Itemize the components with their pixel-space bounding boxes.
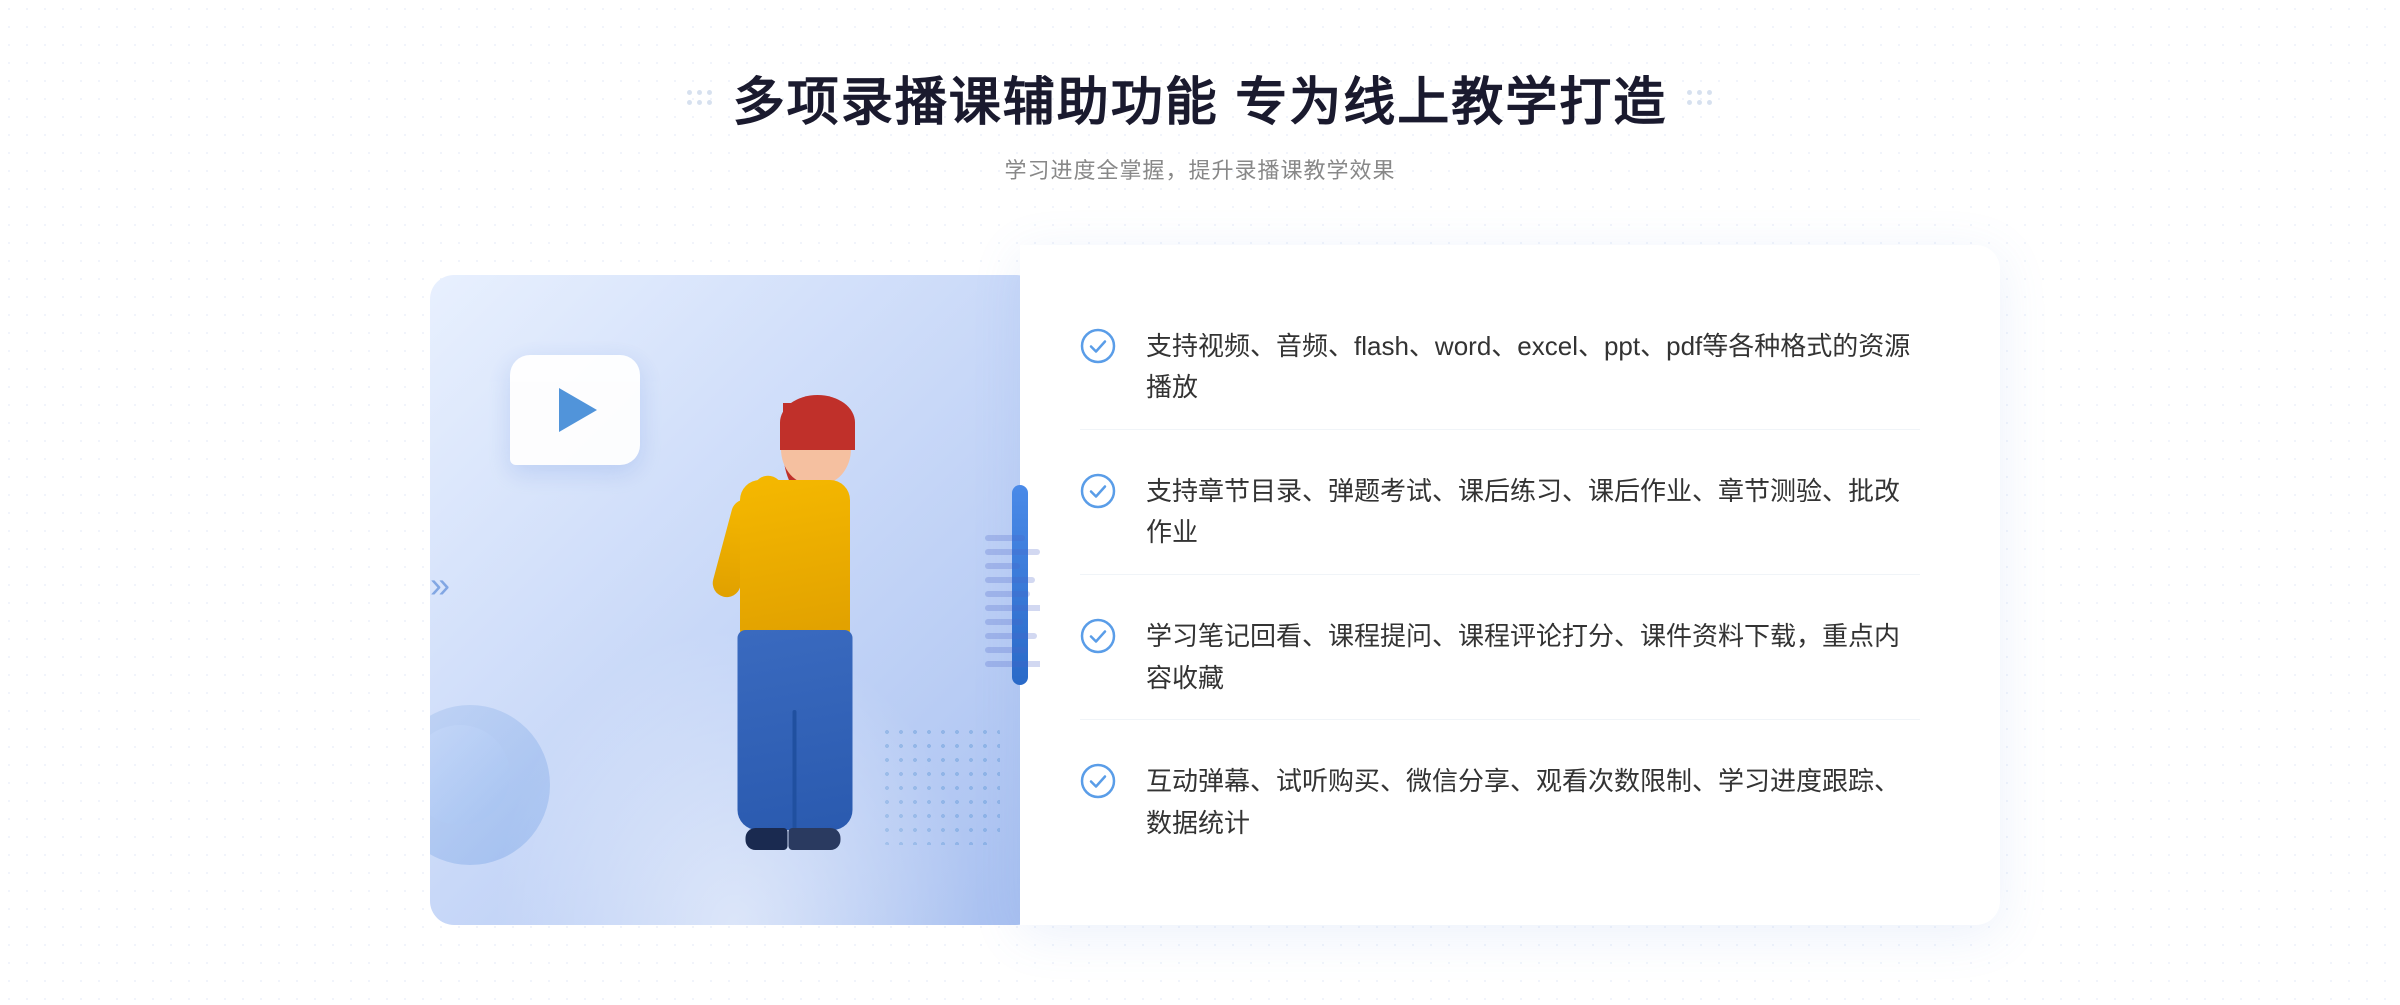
- person-shoe-right: [789, 828, 841, 850]
- page-subtitle: 学习进度全掌握，提升录播课教学效果: [687, 153, 1713, 185]
- illustration-area: »: [400, 245, 1020, 925]
- chevron-left-icon: »: [430, 564, 450, 606]
- feature-item-4: 互动弹幕、试听购买、微信分享、观看次数限制、学习进度跟踪、数据统计: [1080, 741, 1920, 864]
- check-circle-icon-2: [1080, 473, 1116, 509]
- feature-item-1: 支持视频、音频、flash、word、excel、ppt、pdf等各种格式的资源…: [1080, 306, 1920, 430]
- features-panel: 支持视频、音频、flash、word、excel、ppt、pdf等各种格式的资源…: [1020, 245, 2000, 925]
- play-icon: [559, 388, 597, 432]
- deco-dots-right: [1687, 90, 1713, 106]
- stripe-deco: [985, 535, 1040, 675]
- feature-text-3: 学习笔记回看、课程提问、课程评论打分、课件资料下载，重点内容收藏: [1146, 616, 1920, 699]
- header-section: 多项录播课辅助功能 专为线上教学打造 学习进度全掌握，提升录播课教学效果: [687, 60, 1713, 185]
- feature-text-1: 支持视频、音频、flash、word、excel、ppt、pdf等各种格式的资源…: [1146, 326, 1920, 409]
- person-body: [645, 365, 945, 925]
- person-hair: [780, 395, 855, 450]
- page-title: 多项录播课辅助功能 专为线上教学打造: [733, 60, 1667, 135]
- page-container: 多项录播课辅助功能 专为线上教学打造 学习进度全掌握，提升录播课教学效果: [0, 0, 2400, 1005]
- check-circle-icon-3: [1080, 618, 1116, 654]
- content-section: » 支持视频、音频、flash、word、excel、ppt、pdf等各种格式的…: [400, 245, 2000, 925]
- check-circle-icon-1: [1080, 328, 1116, 364]
- person-shoe-left: [746, 828, 788, 850]
- illustration-bg: [430, 275, 1040, 925]
- feature-text-2: 支持章节目录、弹题考试、课后练习、课后作业、章节测验、批改作业: [1146, 471, 1920, 554]
- play-bubble: [510, 355, 640, 465]
- person-torso: [740, 480, 850, 640]
- deco-dots-left: [687, 90, 713, 106]
- feature-item-3: 学习笔记回看、课程提问、课程评论打分、课件资料下载，重点内容收藏: [1080, 596, 1920, 720]
- person-illustration: [645, 365, 945, 925]
- check-circle-icon-4: [1080, 763, 1116, 799]
- feature-text-4: 互动弹幕、试听购买、微信分享、观看次数限制、学习进度跟踪、数据统计: [1146, 761, 1920, 844]
- feature-item-2: 支持章节目录、弹题考试、课后练习、课后作业、章节测验、批改作业: [1080, 451, 1920, 575]
- header-title-row: 多项录播课辅助功能 专为线上教学打造: [687, 60, 1713, 135]
- person-pants: [738, 630, 853, 830]
